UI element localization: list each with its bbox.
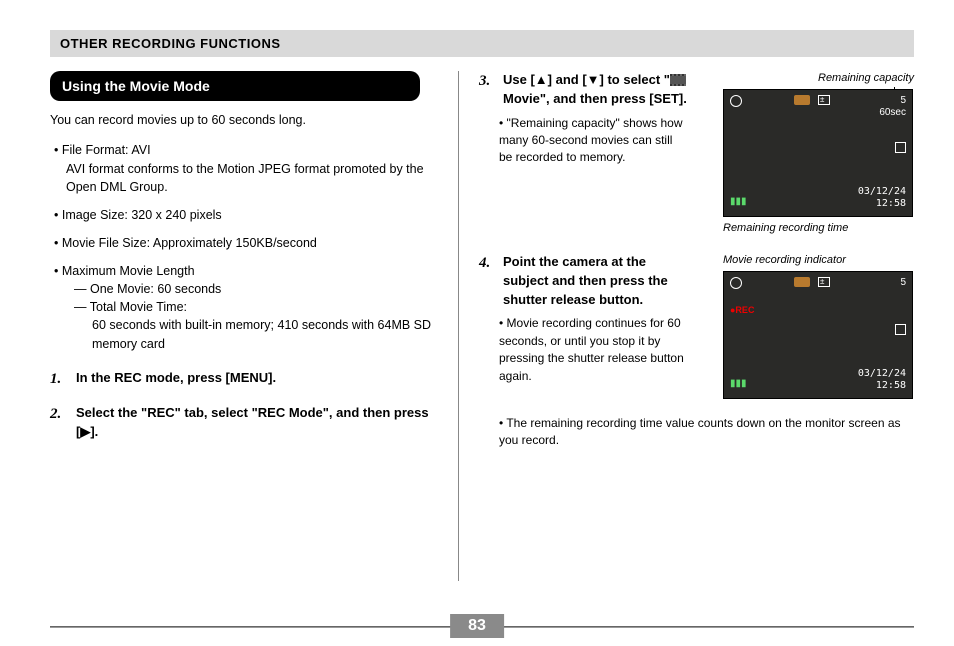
step-4-row: 4. Point the camera at the subject and t… [479,253,914,399]
mode-icon [730,277,742,289]
mode-icon [730,95,742,107]
spec-max-length: Maximum Movie Length One Movie: 60 secon… [54,262,438,353]
sub-item: Total Movie Time: [74,300,187,314]
spec-file-size: Movie File Size: Approximately 150KB/sec… [54,234,438,252]
bullet-sub: AVI format conforms to the Motion JPEG f… [54,160,438,196]
spec-list: File Format: AVI AVI format conforms to … [50,141,438,352]
screen-sec: 60sec [879,106,906,121]
spec-image-size: Image Size: 320 x 240 pixels [54,206,438,224]
annot-remaining-recording-time: Remaining recording time [699,221,914,237]
step-body: In the REC mode, press [MENU]. [76,369,276,391]
bullet-text: The remaining recording time value count… [499,416,901,447]
camera-screen-1: 5 60sec ▮▮▮ 03/12/24 12:58 [723,89,913,217]
sub-detail: 60 seconds with built-in memory; 410 sec… [74,316,438,352]
step-number: 3. [479,71,497,109]
step-text-b: Movie", and then press [SET]. [503,91,687,106]
side-icon [895,142,906,153]
bullet-text: Maximum Movie Length [54,264,195,278]
content-columns: Using the Movie Mode You can record movi… [50,71,914,581]
right-column: 3. Use [▲] and [▼] to select " Movie", a… [459,71,914,581]
step-3-row: 3. Use [▲] and [▼] to select " Movie", a… [479,71,914,237]
spec-file-format: File Format: AVI AVI format conforms to … [54,141,438,195]
step-4-full-bullet: The remaining recording time value count… [479,415,914,450]
bullet-text: File Format: AVI [54,143,151,157]
screen-time: 12:58 [876,379,906,394]
bullet-text: Movie File Size: Approximately 150KB/sec… [54,236,317,250]
step-number: 4. [479,253,497,310]
steps-left: 1. In the REC mode, press [MENU]. 2. Sel… [50,369,438,442]
section-header: OTHER RECORDING FUNCTIONS [50,30,914,57]
step-number: 1. [50,369,68,391]
step-body: Use [▲] and [▼] to select " Movie", and … [503,71,689,109]
rec-indicator: ●REC [730,304,754,317]
step-number: 2. [50,404,68,442]
step-1: 1. In the REC mode, press [MENU]. [50,369,438,391]
intro-text: You can record movies up to 60 seconds l… [50,111,438,129]
annot-movie-recording-indicator: Movie recording indicator [699,253,914,269]
screen-count: 5 [900,276,906,291]
figure-1: Remaining capacity 5 60sec ▮▮▮ 03/12/24 … [699,71,914,237]
orange-icon [794,277,810,287]
ev-icon [818,277,830,287]
step-4-bullet: Movie recording continues for 60 seconds… [479,315,689,385]
battery-icon: ▮▮▮ [730,377,747,392]
screen-time: 12:58 [876,197,906,212]
left-column: Using the Movie Mode You can record movi… [50,71,458,581]
step-4-text: 4. Point the camera at the subject and t… [479,253,689,399]
sub-list: One Movie: 60 seconds Total Movie Time: … [54,280,438,353]
battery-icon: ▮▮▮ [730,195,747,210]
camera-screen-2: 5 ●REC ▮▮▮ 03/12/24 12:58 [723,271,913,399]
bullet-text: Movie recording continues for 60 seconds… [499,316,684,382]
ev-icon [818,95,830,105]
section-title: Using the Movie Mode [50,71,420,101]
step-body: Select the "REC" tab, select "REC Mode",… [76,404,438,442]
bullet-text: Image Size: 320 x 240 pixels [54,208,222,222]
figure-2: Movie recording indicator 5 ●REC ▮▮▮ 03/… [699,253,914,399]
movie-icon [670,74,686,86]
page-number: 83 [450,614,504,638]
step-2: 2. Select the "REC" tab, select "REC Mod… [50,404,438,442]
sub-item: One Movie: 60 seconds [74,282,221,296]
step-3-text: 3. Use [▲] and [▼] to select " Movie", a… [479,71,689,237]
side-icon [895,324,906,335]
bullet-text: "Remaining capacity" shows how many 60-s… [499,116,682,165]
step-text-a: Use [▲] and [▼] to select " [503,72,670,87]
step-3-bullet: "Remaining capacity" shows how many 60-s… [479,115,689,167]
step-body: Point the camera at the subject and then… [503,253,689,310]
annot-remaining-capacity: Remaining capacity [699,71,914,87]
orange-icon [794,95,810,105]
